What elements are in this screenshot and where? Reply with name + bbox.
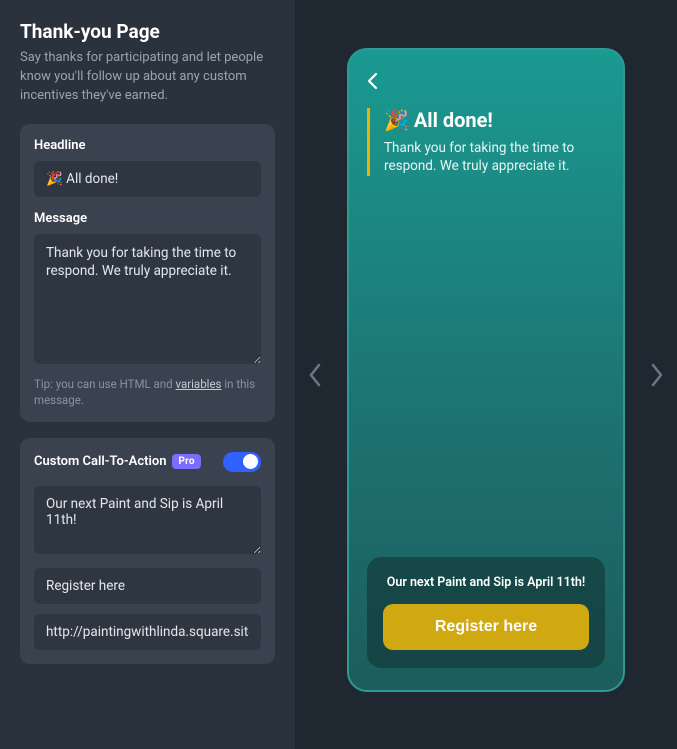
preview-headline: 🎉 All done! (384, 108, 605, 132)
chevron-left-icon (308, 363, 322, 387)
message-label: Message (34, 211, 261, 226)
content-card: Headline Message Tip: you can use HTML a… (20, 124, 275, 422)
cta-url-input[interactable] (34, 614, 261, 650)
preview-cta-box: Our next Paint and Sip is April 11th! Re… (367, 557, 605, 668)
preview-message: Thank you for taking the time to respond… (384, 139, 605, 177)
preview-back-button[interactable] (367, 72, 383, 88)
variables-link[interactable]: variables (176, 377, 222, 391)
phone-preview: 🎉 All done! Thank you for taking the tim… (347, 48, 625, 692)
chevron-right-icon (650, 363, 664, 387)
cta-header: Custom Call-To-Action Pro (34, 452, 261, 472)
message-tip: Tip: you can use HTML and variables in t… (34, 376, 261, 408)
cta-text-input[interactable] (34, 486, 261, 554)
cta-title: Custom Call-To-Action Pro (34, 454, 201, 469)
pro-badge: Pro (172, 454, 200, 469)
message-textarea[interactable] (34, 234, 261, 364)
chevron-left-icon (367, 72, 378, 90)
cta-card: Custom Call-To-Action Pro (20, 438, 275, 664)
settings-panel: Thank-you Page Say thanks for participat… (0, 0, 295, 749)
preview-prev-button[interactable] (305, 358, 325, 392)
cta-toggle[interactable] (223, 452, 261, 472)
preview-headline-block: 🎉 All done! Thank you for taking the tim… (367, 108, 605, 177)
headline-input[interactable] (34, 161, 261, 197)
cta-button-label-input[interactable] (34, 568, 261, 604)
page-title: Thank-you Page (20, 20, 275, 43)
page-description: Say thanks for participating and let peo… (20, 49, 275, 106)
preview-next-button[interactable] (647, 358, 667, 392)
preview-cta-text: Our next Paint and Sip is April 11th! (383, 575, 589, 590)
headline-label: Headline (34, 138, 261, 153)
preview-cta-button[interactable]: Register here (383, 604, 589, 650)
preview-panel: 🎉 All done! Thank you for taking the tim… (295, 0, 677, 749)
